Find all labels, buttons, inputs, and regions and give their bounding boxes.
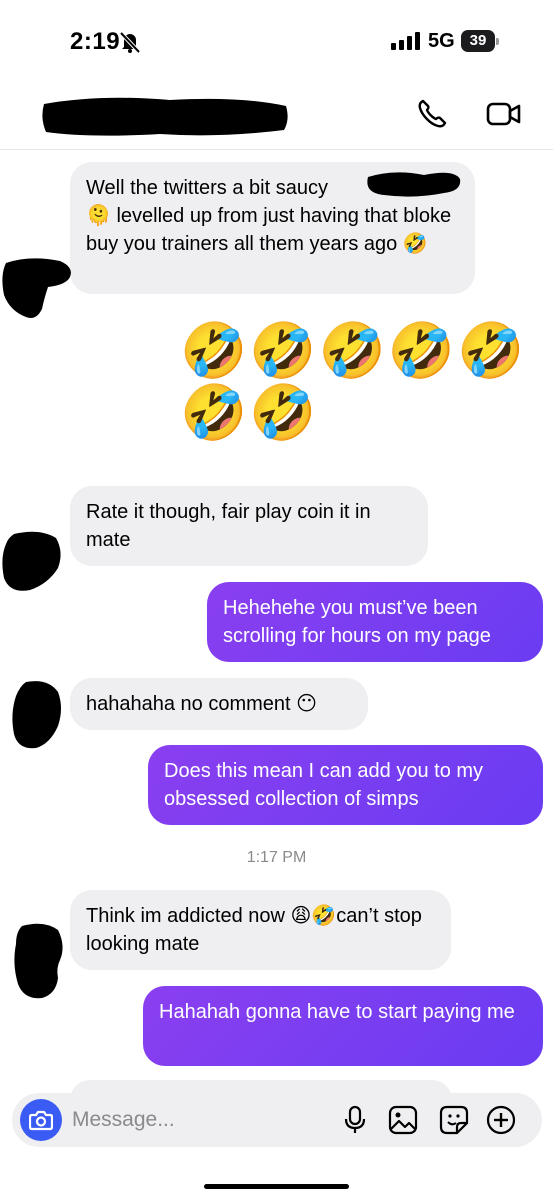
incoming-message[interactable]: Rate it though, fair play coin it in mat… — [70, 486, 428, 566]
network-label: 5G — [428, 30, 455, 52]
message-composer — [12, 1093, 542, 1147]
message-thread[interactable]: Well the twitters a bit saucy 🫠 levelled… — [0, 150, 553, 1120]
avatar[interactable] — [10, 920, 66, 1000]
chat-screen: 2:19 5G 39 Well the twitters a bit saucy… — [0, 0, 553, 1200]
avatar[interactable] — [0, 528, 64, 594]
outgoing-message[interactable]: Does this mean I can add you to my obses… — [148, 745, 543, 825]
camera-button[interactable] — [20, 1099, 62, 1141]
camera-icon — [29, 1110, 53, 1131]
chat-header — [0, 80, 553, 150]
emoji-text: 🤣🤣🤣🤣🤣🤣🤣 — [180, 321, 527, 443]
incoming-message[interactable]: hahahaha no comment 😶 — [70, 678, 368, 730]
message-text: Hehehehe you must’ve been scrolling for … — [223, 597, 491, 647]
message-text: Think im addicted now 😩🤣can’t stop looki… — [86, 905, 422, 955]
message-text: hahahaha no comment 😶 — [86, 693, 317, 715]
incoming-message[interactable]: Think im addicted now 😩🤣can’t stop looki… — [70, 890, 451, 970]
bell-slash-icon — [119, 31, 141, 53]
phone-icon[interactable] — [415, 97, 449, 131]
message-input[interactable] — [72, 1101, 332, 1139]
outgoing-message[interactable]: Hahahah gonna have to start paying me — [143, 986, 543, 1066]
status-time: 2:19 — [70, 28, 121, 55]
signal-icon — [391, 32, 420, 50]
message-text: Does this mean I can add you to my obses… — [164, 760, 484, 810]
timestamp: 1:17 PM — [246, 849, 307, 866]
outgoing-message[interactable]: Hehehehe you must’ve been scrolling for … — [207, 582, 543, 662]
video-call-icon[interactable] — [486, 98, 522, 130]
message-text: Rate it though, fair play coin it in mat… — [86, 501, 371, 551]
sticker-icon[interactable] — [439, 1105, 469, 1135]
name-redaction — [367, 172, 461, 197]
battery-icon: 39 — [461, 30, 499, 52]
contact-name-redacted[interactable] — [40, 94, 290, 138]
battery-level: 39 — [469, 32, 487, 49]
emoji-message[interactable]: 🤣🤣🤣🤣🤣🤣🤣 — [180, 320, 550, 444]
avatar[interactable] — [8, 678, 64, 750]
microphone-icon[interactable] — [340, 1105, 370, 1135]
gallery-icon[interactable] — [388, 1105, 418, 1135]
avatar[interactable] — [0, 255, 74, 321]
message-text: Hahahah gonna have to start paying me — [159, 1001, 515, 1023]
plus-icon[interactable] — [486, 1105, 516, 1135]
home-indicator[interactable] — [204, 1184, 349, 1189]
status-bar: 2:19 5G 39 — [0, 0, 553, 80]
